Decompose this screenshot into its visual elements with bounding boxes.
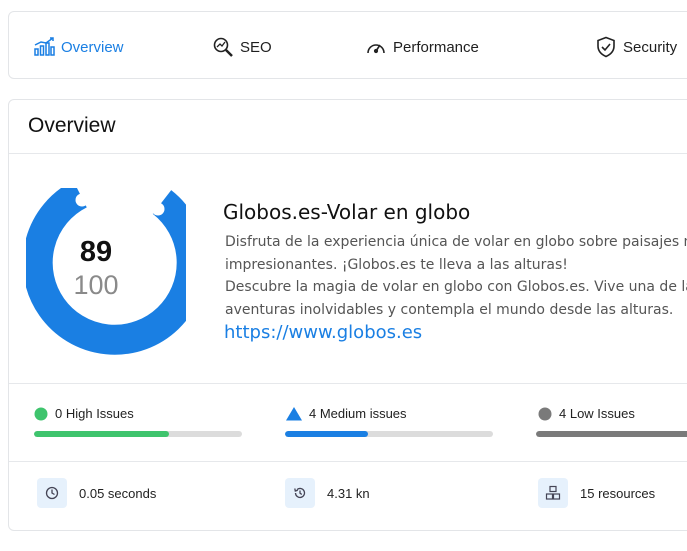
site-title: Globos.es-Volar en globo [223, 200, 471, 224]
issue-low-bar [536, 431, 687, 437]
issue-medium-bar-fill [285, 431, 369, 437]
chart-icon [33, 36, 55, 58]
issue-medium: 4 Medium issues [286, 406, 407, 421]
shield-check-icon [595, 36, 617, 58]
seo-search-icon [212, 36, 234, 58]
tabs-bar: Overview SEO Performance Security [8, 11, 687, 79]
stat-size-label: 4.31 kn [327, 485, 370, 501]
issue-low-label: 4 Low Issues [559, 406, 635, 421]
tab-seo[interactable]: SEO [212, 35, 272, 59]
stat-resources-label: 15 resources [580, 485, 656, 501]
site-description-line: aventuras inolvidables y contempla el mu… [225, 301, 674, 318]
stats-divider [9, 461, 687, 462]
overview-card: Overview 89 100 Globos.es-Volar en globo… [8, 99, 687, 531]
blue-triangle-icon [286, 406, 302, 420]
score-max: 100 [73, 270, 119, 300]
tab-security-label: Security [623, 38, 678, 56]
site-description-line: Descubre la magia de volar en globo con … [225, 279, 687, 295]
header-divider [9, 153, 687, 154]
speedometer-icon [365, 36, 387, 58]
tab-overview-label: Overview [61, 38, 124, 56]
site-description-line: Disfruta de la experiencia única de vola… [225, 234, 687, 250]
stat-resources: 15 resources [538, 478, 655, 508]
issue-high: 0 High Issues [34, 406, 134, 421]
issue-medium-label: 4 Medium issues [309, 406, 407, 421]
history-icon [285, 478, 315, 508]
resources-icon [538, 478, 568, 508]
overview-title: Overview [28, 114, 116, 137]
issue-high-label: 0 High Issues [55, 406, 134, 421]
clock-icon [37, 478, 67, 508]
issue-high-bar-fill [34, 431, 170, 437]
tab-overview[interactable]: Overview [33, 35, 124, 59]
tab-performance-label: Performance [393, 38, 479, 56]
tab-performance[interactable]: Performance [365, 35, 479, 59]
issue-medium-bar [285, 431, 493, 437]
score-value: 89 [79, 236, 113, 268]
issue-high-bar [34, 431, 242, 437]
gauge-handle-end [151, 202, 165, 216]
green-circle-icon [34, 407, 48, 420]
issue-low-bar-fill [536, 431, 687, 437]
stat-load-time: 0.05 seconds [37, 478, 156, 508]
tab-security[interactable]: Security [595, 35, 677, 59]
gauge-handle-start [75, 193, 89, 207]
issue-low: 4 Low Issues [538, 406, 635, 421]
stat-size: 4.31 kn [285, 478, 370, 508]
issues-divider [9, 383, 687, 384]
site-description-line: impresionantes. ¡Globos.es te lleva a la… [225, 256, 568, 273]
stat-load-time-label: 0.05 seconds [79, 485, 157, 501]
tab-seo-label: SEO [240, 38, 272, 56]
site-url-link[interactable]: https://www.globos.es [224, 322, 422, 343]
site-description: Disfruta de la experiencia única de vola… [225, 231, 687, 321]
gray-circle-icon [538, 407, 552, 420]
